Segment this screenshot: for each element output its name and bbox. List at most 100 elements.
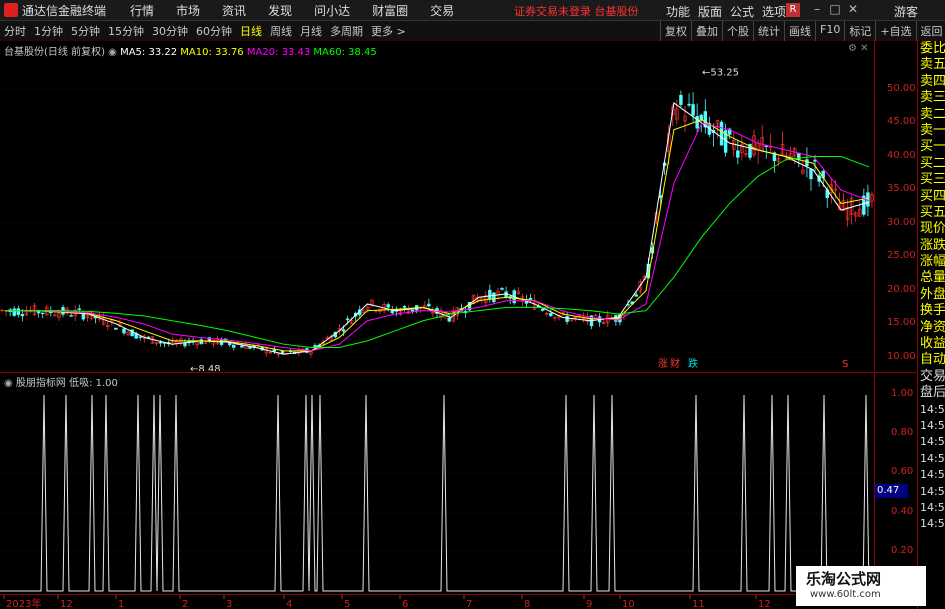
menu-zixun[interactable]: 资讯	[222, 2, 246, 19]
tab-15min[interactable]: 15分钟	[108, 23, 144, 39]
side-panel-item[interactable]: 卖四	[918, 74, 945, 90]
tab-daily[interactable]: 日线	[240, 23, 262, 39]
menu-wenxiaoda[interactable]: 问小达	[314, 2, 350, 19]
side-panel-item[interactable]: 收益	[918, 336, 945, 352]
side-panel-item[interactable]: 外盘	[918, 287, 945, 303]
date-tick-label: 12	[758, 599, 771, 609]
low-price-label: ←8.48	[190, 364, 221, 371]
kline-chart[interactable]: ←53.25 ←8.48 涨财跌 S	[0, 41, 874, 371]
date-axis: 2023年 12 1 2 3 4 5 6 7 8 9 10 11 12	[0, 594, 874, 609]
gegu-button[interactable]: 个股	[722, 21, 753, 41]
menu-hangqing[interactable]: 行情	[130, 2, 154, 19]
candle-body	[199, 339, 203, 345]
side-panel-item[interactable]: 14:56	[918, 516, 945, 532]
price-tick-label: 35.00	[887, 183, 916, 195]
side-panel-item[interactable]: 自动	[918, 352, 945, 368]
side-panel-item[interactable]: 买二	[918, 156, 945, 172]
side-panel-item[interactable]: 净资	[918, 320, 945, 336]
indicator-chart[interactable]	[0, 372, 874, 594]
indicator-value: 低吸: 1.00	[69, 378, 118, 389]
login-notice[interactable]: 证券交易未登录 台基股份	[514, 3, 639, 19]
candle-body	[679, 94, 683, 105]
tag-s: S	[842, 359, 848, 370]
menu-shichang[interactable]: 市场	[176, 2, 200, 19]
tab-monthly[interactable]: 月线	[300, 23, 322, 39]
side-panel-item[interactable]: 14:56	[918, 402, 945, 418]
side-panel-item[interactable]: 交易	[918, 369, 945, 385]
side-panel-item[interactable]: 14:56	[918, 467, 945, 483]
tag-die: 跌	[688, 357, 698, 370]
tab-more[interactable]: 更多 >	[371, 23, 406, 39]
side-panel-item[interactable]: 涨幅	[918, 254, 945, 270]
side-panel-item[interactable]: 换手	[918, 303, 945, 319]
tab-5min[interactable]: 5分钟	[71, 23, 100, 39]
side-panel-item[interactable]: 卖二	[918, 107, 945, 123]
candle-body	[40, 312, 45, 315]
side-panel-item[interactable]: 卖三	[918, 90, 945, 106]
candle-body	[809, 169, 813, 180]
guest-label[interactable]: 游客	[894, 3, 918, 20]
tab-1min[interactable]: 1分钟	[34, 23, 63, 39]
indicator-legend: ◉ 股朋指标网 低吸: 1.00	[4, 374, 118, 389]
back-button[interactable]: 返回	[915, 21, 945, 41]
minimize-icon[interactable]: –	[808, 2, 826, 16]
side-panel-item[interactable]: 委比	[918, 41, 945, 57]
side-panel-item[interactable]: 14:56	[918, 484, 945, 500]
indicator-tick-label: 1.00	[891, 388, 914, 399]
candle-body	[488, 289, 492, 299]
side-panel-item[interactable]: 14:56	[918, 500, 945, 516]
ma-legend: 台基股份(日线 前复权) ◉ MA5: 33.22 MA10: 33.76 MA…	[4, 43, 377, 58]
period-tabs: 分时 1分钟 5分钟 15分钟 30分钟 60分钟 日线 周线 月线 多周期 更…	[4, 23, 414, 39]
side-panel-item[interactable]: 14:56	[918, 434, 945, 450]
huaxian-button[interactable]: 画线	[784, 21, 815, 41]
watermark-title: 乐淘公式网	[806, 570, 882, 588]
side-panel-item[interactable]: 涨跌	[918, 238, 945, 254]
menu-jiaoyi[interactable]: 交易	[430, 2, 454, 19]
period-toolbar: 分时 1分钟 5分钟 15分钟 30分钟 60分钟 日线 周线 月线 多周期 更…	[0, 21, 945, 41]
tab-weekly[interactable]: 周线	[270, 23, 292, 39]
f10-button[interactable]: F10	[815, 21, 844, 41]
menu-faxian[interactable]: 发现	[268, 2, 292, 19]
add-watchlist-button[interactable]: +自选	[875, 21, 915, 41]
side-panel-item[interactable]: 买四	[918, 189, 945, 205]
candle-body	[500, 288, 504, 290]
side-panel-item[interactable]: 14:56	[918, 451, 945, 467]
tab-fenshi[interactable]: 分时	[4, 23, 26, 39]
chevron-down-icon[interactable]: ◉	[108, 47, 120, 58]
diejia-button[interactable]: 叠加	[691, 21, 722, 41]
close-icon[interactable]: ✕	[844, 2, 862, 16]
side-panel-item[interactable]: 总量	[918, 270, 945, 286]
side-panel-item[interactable]: 盘后	[918, 385, 945, 401]
menu-banmian[interactable]: 版面	[698, 3, 722, 20]
candle-body	[695, 116, 699, 129]
app-title: 通达信金融终端	[22, 3, 107, 18]
side-panel-item[interactable]: 买一	[918, 139, 945, 155]
menu-gongneng[interactable]: 功能	[666, 3, 690, 20]
date-tick-label: 6	[402, 599, 408, 609]
menu-gongshi[interactable]: 公式	[730, 3, 754, 20]
side-panel-item[interactable]: 卖一	[918, 123, 945, 139]
tab-60min[interactable]: 60分钟	[196, 23, 232, 39]
r-badge-icon[interactable]: R	[786, 3, 800, 17]
indicator-tick-label: 0.80	[891, 427, 914, 439]
tongji-button[interactable]: 统计	[753, 21, 784, 41]
fuquan-button[interactable]: 复权	[660, 21, 691, 41]
side-panel-item[interactable]: 买五	[918, 205, 945, 221]
main-settings-icon[interactable]: ⚙ ✕	[848, 43, 869, 54]
side-panel-item[interactable]: 卖五	[918, 57, 945, 73]
side-panel-item[interactable]: 买三	[918, 172, 945, 188]
ma20-label: MA20: 33.43	[246, 47, 311, 58]
candle-body	[345, 318, 350, 321]
side-panel-item[interactable]: 现价	[918, 221, 945, 237]
maximize-icon[interactable]: □	[826, 2, 844, 16]
biaoji-button[interactable]: 标记	[844, 21, 875, 41]
candle-body	[427, 303, 431, 307]
tab-30min[interactable]: 30分钟	[152, 23, 188, 39]
side-panel-item[interactable]: 14:56	[918, 418, 945, 434]
menu-caifuquan[interactable]: 财富圈	[372, 2, 408, 19]
indicator-icon[interactable]: ◉	[4, 378, 16, 389]
menu-xuanxiang[interactable]: 选项	[762, 3, 786, 20]
candle-body	[410, 309, 415, 312]
tab-multi[interactable]: 多周期	[330, 23, 363, 39]
indicator-name: 股朋指标网	[15, 378, 66, 389]
